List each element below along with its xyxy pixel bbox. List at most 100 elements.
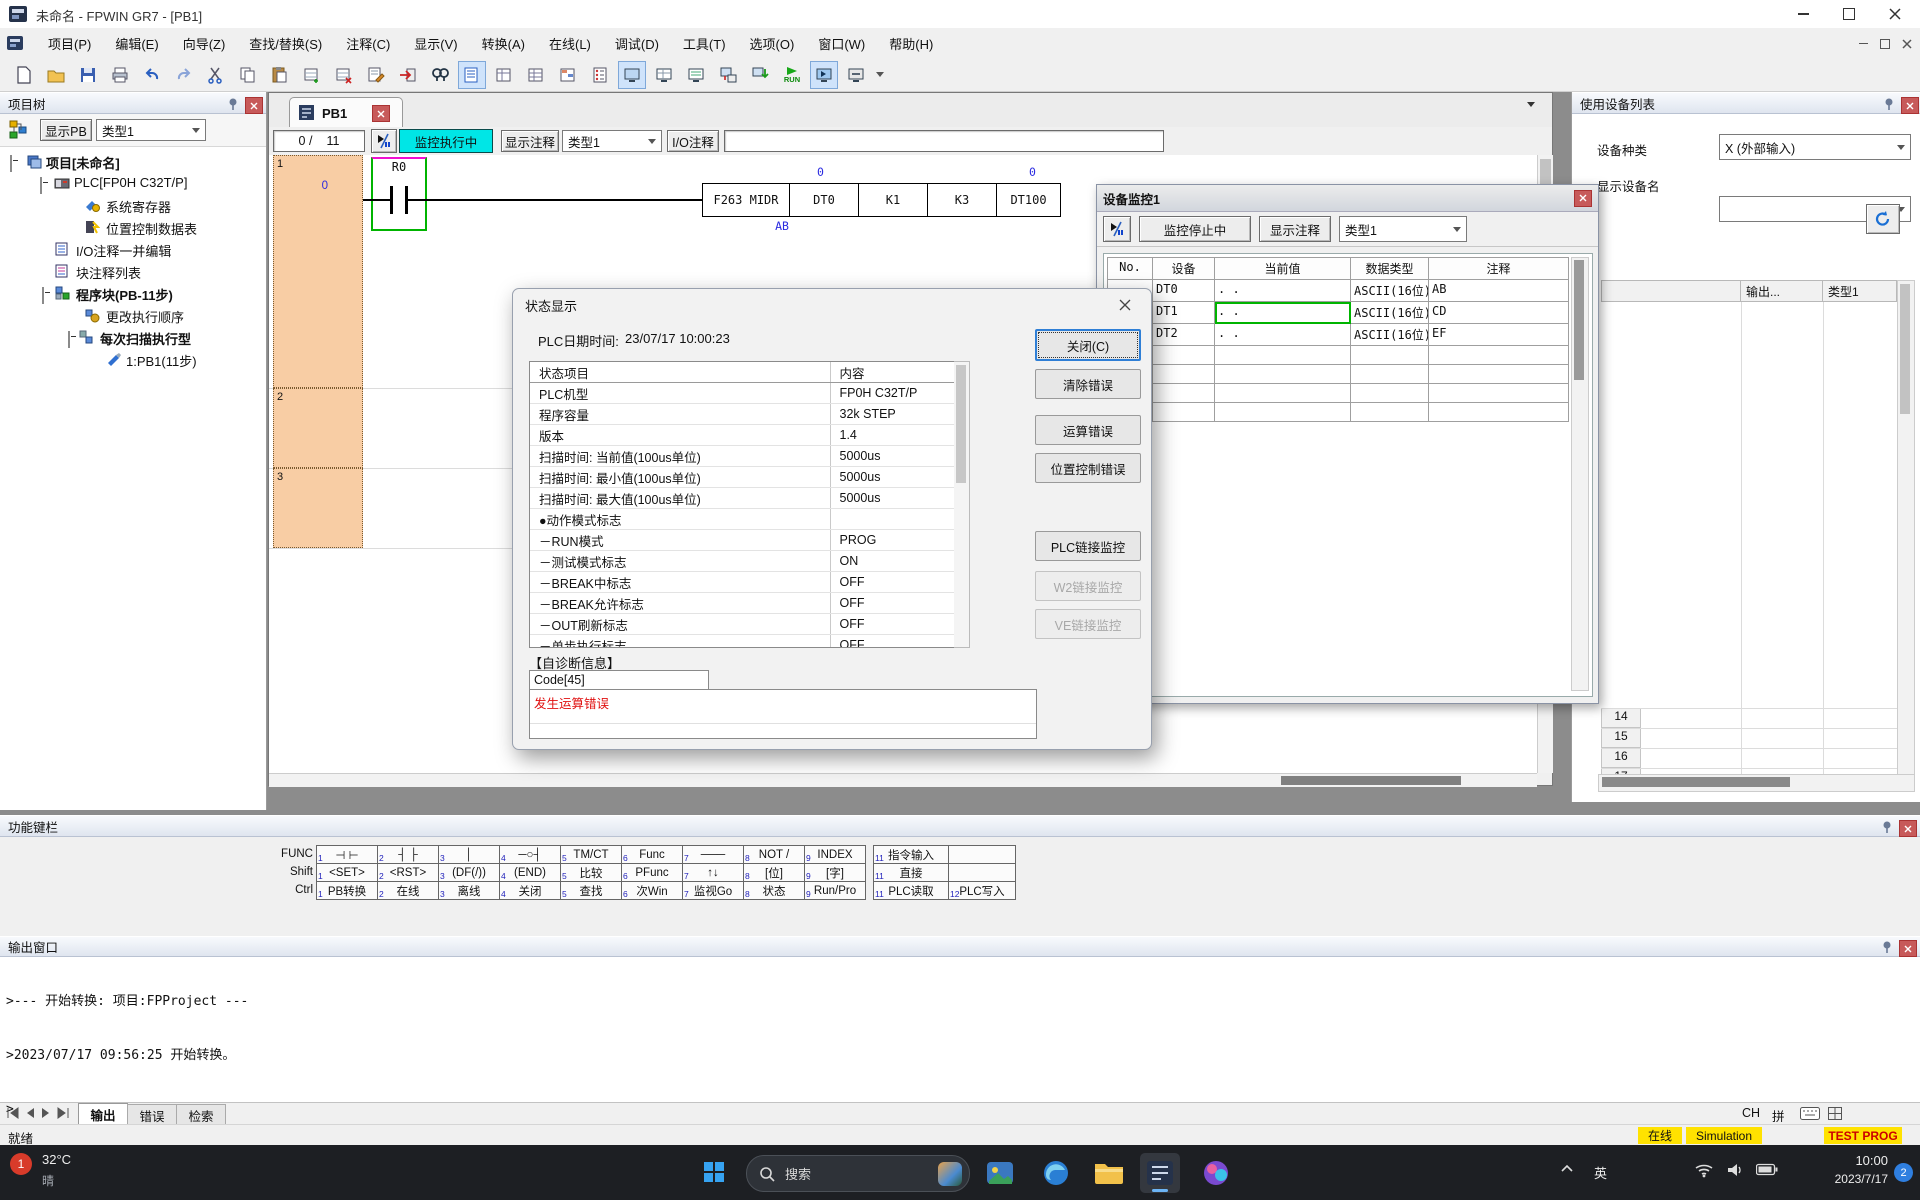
funckey-f4[interactable]: 4─○┤ xyxy=(499,845,561,864)
pin-icon[interactable] xyxy=(1882,97,1896,111)
device-row[interactable]: DT0 . . ASCII(16位) AB xyxy=(1108,280,1569,302)
redo-icon[interactable] xyxy=(170,61,198,89)
funckey-shift-f12[interactable] xyxy=(948,863,1016,882)
tray-expand-icon[interactable] xyxy=(1560,1163,1574,1173)
device-monitor-icon[interactable] xyxy=(650,61,678,89)
funckey-close-icon[interactable] xyxy=(1899,820,1917,837)
funckey-shift-f6[interactable]: 6PFunc xyxy=(621,863,683,882)
connect-pc-icon[interactable] xyxy=(714,61,742,89)
expander-icon[interactable] xyxy=(40,177,42,194)
tree-item-position-control[interactable]: 位置控制数据表 xyxy=(106,219,197,238)
funckey-shift-f7[interactable]: 7↑↓ xyxy=(682,863,744,882)
funckey-shift-f1[interactable]: 1<SET> xyxy=(316,863,378,882)
funckey-ctrl-f3[interactable]: 3离线 xyxy=(438,881,500,900)
tree-item-scan-exec[interactable]: 每次扫描执行型 xyxy=(100,329,191,348)
funckey-shift-f9[interactable]: 9[字] xyxy=(804,863,866,882)
rung3-header-cell[interactable]: 3 xyxy=(273,468,363,548)
funckey-f9[interactable]: 9INDEX xyxy=(804,845,866,864)
first-page-icon[interactable] xyxy=(6,1107,20,1119)
search-highlight-image[interactable] xyxy=(938,1162,962,1186)
rung1-header-cell[interactable]: 1 0 xyxy=(273,155,363,388)
funckey-ctrl-f7[interactable]: 7监视Go xyxy=(682,881,744,900)
menu-item-help[interactable]: 帮助(H) xyxy=(889,34,933,53)
cut-icon[interactable] xyxy=(202,61,230,89)
funckey-f2[interactable]: 2┤ ├ xyxy=(377,845,439,864)
weather-desc[interactable]: 晴 xyxy=(42,1172,54,1189)
device-row[interactable]: DT1 . . ASCII(16位) CD xyxy=(1108,302,1569,324)
menu-item-view[interactable]: 显示(V) xyxy=(414,34,457,53)
tree-item-pb1[interactable]: 1:PB1(11步) xyxy=(126,351,197,370)
tray-clock-date[interactable]: 2023/7/17 xyxy=(1806,1172,1888,1186)
taskbar-edge-icon[interactable] xyxy=(1042,1159,1070,1187)
comment-type-combo[interactable]: 类型1 xyxy=(562,130,662,152)
last-page-icon[interactable] xyxy=(56,1107,70,1119)
funckey-f1[interactable]: 1⊣ ⊢ xyxy=(316,845,378,864)
mdi-close-button[interactable] xyxy=(1898,35,1916,52)
funckey-ctrl-f11[interactable]: 11PLC读取 xyxy=(873,881,949,900)
tree-type-combo[interactable]: 类型1 xyxy=(96,119,206,141)
vertical-scrollbar[interactable] xyxy=(1897,280,1915,776)
menu-item-online[interactable]: 在线(L) xyxy=(549,34,591,53)
print-icon[interactable] xyxy=(106,61,134,89)
menu-item-window[interactable]: 窗口(W) xyxy=(818,34,865,53)
funckey-f5[interactable]: 5TM/CT xyxy=(560,845,622,864)
refresh-icon[interactable] xyxy=(1866,204,1900,234)
taskbar-fpwin-icon-active[interactable] xyxy=(1140,1153,1180,1193)
tray-clock-time[interactable]: 10:00 xyxy=(1806,1153,1888,1168)
tab-error[interactable]: 错误 xyxy=(127,1104,177,1125)
funckey-ctrl-f5[interactable]: 5查找 xyxy=(560,881,622,900)
status-table[interactable]: 状态项目内容 PLC机型FP0H C32T/P 程序容量32k STEP 版本1… xyxy=(529,361,956,648)
monitor-toggle-icon[interactable] xyxy=(371,129,397,153)
menu-item-tools[interactable]: 工具(T) xyxy=(683,34,726,53)
value-cell-selected[interactable]: . . xyxy=(1215,302,1351,324)
horizontal-scrollbar[interactable] xyxy=(1598,774,1915,792)
output-log[interactable]: >--- 开始转换: 项目:FPProject --- >2023/07/17 … xyxy=(0,957,1920,1102)
taskbar-photos-icon[interactable] xyxy=(986,1159,1014,1187)
funckey-ctrl-f4[interactable]: 4关闭 xyxy=(499,881,561,900)
menu-item-comment[interactable]: 注释(C) xyxy=(346,34,390,53)
notification-badge[interactable]: 2 xyxy=(1894,1163,1913,1182)
scrollbar-thumb[interactable] xyxy=(1281,776,1461,785)
maximize-button[interactable] xyxy=(1826,0,1872,28)
menu-item-debug[interactable]: 调试(D) xyxy=(615,34,659,53)
find-icon[interactable] xyxy=(426,61,454,89)
jump-icon[interactable] xyxy=(394,61,422,89)
pin-icon[interactable] xyxy=(1880,820,1894,834)
prev-page-icon[interactable] xyxy=(24,1107,36,1119)
minimize-button[interactable] xyxy=(1780,0,1826,28)
tree-item-exec-order[interactable]: 更改执行顺序 xyxy=(106,307,184,326)
position-error-button[interactable]: 位置控制错误 xyxy=(1035,453,1141,483)
scrollbar-thumb[interactable] xyxy=(1574,260,1584,380)
data-monitor-icon[interactable] xyxy=(682,61,710,89)
project-tree-close-icon[interactable] xyxy=(245,97,263,114)
run-mode-icon[interactable]: RUN xyxy=(778,61,806,89)
simulation-icon[interactable] xyxy=(842,61,870,89)
tree-item-block-comment[interactable]: 块注释列表 xyxy=(76,263,141,282)
device-row-empty[interactable] xyxy=(1108,365,1569,384)
pin-icon[interactable] xyxy=(1880,940,1894,954)
comment-type-combo[interactable]: 类型1 xyxy=(1339,216,1467,242)
show-pb-button[interactable]: 显示PB xyxy=(40,119,92,141)
tab-output[interactable]: 输出 xyxy=(78,1103,128,1125)
funckey-shift-f2[interactable]: 2<RST> xyxy=(377,863,439,882)
plc-link-monitor-button[interactable]: PLC链接监控 xyxy=(1035,531,1141,561)
taskbar-search-box[interactable]: 搜索 xyxy=(746,1155,970,1192)
vertical-scrollbar[interactable] xyxy=(954,361,970,648)
ime-mode-pinyin[interactable]: 拼 xyxy=(1772,1106,1785,1125)
device-table-header-type[interactable]: 类型1 xyxy=(1823,280,1897,302)
menu-item-edit[interactable]: 编辑(E) xyxy=(115,34,158,53)
status-dialog-titlebar[interactable]: 状态显示 xyxy=(513,289,1151,321)
funckey-f3[interactable]: 3│ xyxy=(438,845,500,864)
close-button[interactable] xyxy=(1872,0,1918,28)
device-row-empty[interactable] xyxy=(1108,346,1569,365)
next-page-icon[interactable] xyxy=(40,1107,52,1119)
funckey-shift-f3[interactable]: 3(DF(/)) xyxy=(438,863,500,882)
funckey-f8[interactable]: 8NOT / xyxy=(743,845,805,864)
col-comment[interactable]: 注释 xyxy=(1429,258,1569,280)
close-dialog-button[interactable]: 关闭(C) xyxy=(1035,329,1141,361)
funckey-ctrl-f2[interactable]: 2在线 xyxy=(377,881,439,900)
show-comment-button[interactable]: 显示注释 xyxy=(1259,216,1331,242)
funckey-f11[interactable]: 11指令输入 xyxy=(873,845,949,864)
speaker-icon[interactable] xyxy=(1726,1162,1744,1178)
mdi-minimize-button[interactable] xyxy=(1854,35,1872,52)
